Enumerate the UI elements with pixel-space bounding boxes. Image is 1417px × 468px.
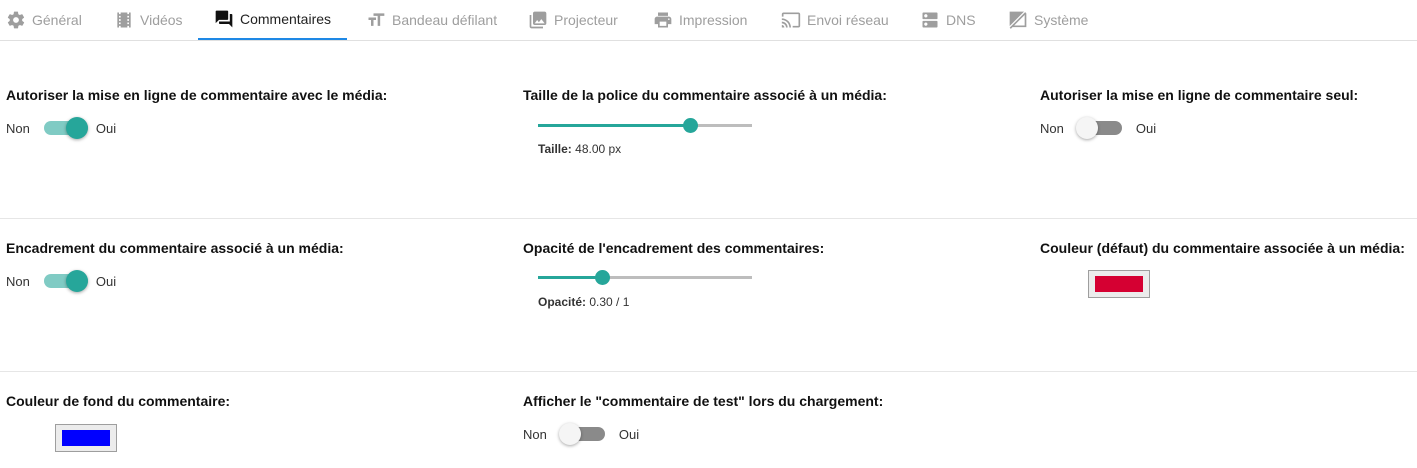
color-swatch	[1095, 276, 1143, 292]
upload-with-media-label: Autoriser la mise en ligne de commentair…	[6, 87, 388, 103]
off-label: Non	[6, 273, 30, 289]
background-color-picker[interactable]	[55, 424, 117, 452]
slider-thumb[interactable]	[595, 270, 611, 285]
frame-toggle-row: Non Oui	[6, 269, 116, 293]
frame-opacity-label: Opacité de l'encadrement des commentaire…	[523, 240, 825, 256]
frame-opacity-caption: Opacité: 0.30 / 1	[538, 295, 629, 309]
no-signal-icon	[1008, 10, 1028, 30]
tab-videos[interactable]: Vidéos	[114, 0, 183, 40]
tab-label: Système	[1034, 12, 1089, 28]
switch-knob[interactable]	[65, 117, 88, 139]
on-label: Oui	[95, 120, 117, 136]
upload-with-media-toggle-row: Non Oui	[6, 116, 116, 140]
on-label: Oui	[1135, 120, 1157, 136]
divider	[0, 371, 1417, 372]
tab-label: Projecteur	[554, 12, 618, 28]
divider	[0, 218, 1417, 219]
cast-icon	[781, 10, 801, 30]
gear-icon	[6, 10, 26, 30]
off-label: Non	[1040, 120, 1064, 136]
show-test-comment-switch[interactable]	[558, 422, 605, 446]
show-test-comment-label: Afficher le "commentaire de test" lors d…	[523, 393, 884, 409]
slider-fill	[538, 276, 603, 279]
caption-value: 0.30 / 1	[589, 295, 630, 309]
default-color-label: Couleur (défaut) du commentaire associée…	[1040, 240, 1405, 256]
frame-opacity-slider[interactable]	[538, 270, 752, 286]
tab-system[interactable]: Système	[1008, 0, 1088, 40]
caption-value: 48.00 px	[575, 142, 622, 156]
tab-label: Commentaires	[240, 11, 332, 27]
text-size-icon	[366, 10, 386, 30]
on-label: Oui	[95, 273, 117, 289]
switch-knob[interactable]	[558, 423, 581, 445]
off-label: Non	[523, 426, 547, 442]
upload-alone-toggle-row: Non Oui	[1040, 116, 1156, 140]
font-size-label: Taille de la police du commentaire assoc…	[523, 87, 887, 103]
default-color-picker[interactable]	[1088, 270, 1150, 298]
slider-thumb[interactable]	[682, 118, 698, 133]
switch-knob[interactable]	[1075, 117, 1098, 139]
tab-comments[interactable]: Commentaires	[198, 0, 347, 40]
images-icon	[528, 10, 548, 30]
tab-label: Vidéos	[140, 12, 183, 28]
tab-label: Général	[32, 12, 82, 28]
show-test-comment-toggle-row: Non Oui	[523, 422, 639, 446]
printer-icon	[653, 10, 673, 30]
frame-label: Encadrement du commentaire associé à un …	[6, 240, 344, 256]
upload-alone-label: Autoriser la mise en ligne de commentair…	[1040, 87, 1359, 103]
tab-label: DNS	[946, 12, 976, 28]
switch-knob[interactable]	[65, 270, 88, 292]
tab-printing[interactable]: Impression	[653, 0, 747, 40]
off-label: Non	[6, 120, 30, 136]
tab-ticker[interactable]: Bandeau défilant	[366, 0, 497, 40]
film-icon	[114, 10, 134, 30]
tab-general[interactable]: Général	[6, 0, 82, 40]
slider-fill	[538, 124, 690, 127]
dns-icon	[920, 10, 940, 30]
tab-network-send[interactable]: Envoi réseau	[781, 0, 889, 40]
font-size-caption: Taille: 48.00 px	[538, 142, 621, 156]
comments-icon	[214, 9, 234, 29]
upload-with-media-switch[interactable]	[42, 116, 88, 140]
upload-alone-switch[interactable]	[1075, 116, 1122, 140]
caption-label: Taille:	[538, 142, 572, 156]
tab-dns[interactable]: DNS	[920, 0, 976, 40]
tab-label: Bandeau défilant	[392, 12, 498, 28]
font-size-slider[interactable]	[538, 118, 752, 134]
tab-label: Envoi réseau	[807, 12, 889, 28]
caption-label: Opacité:	[538, 295, 587, 309]
settings-tabs: Général Vidéos Commentaires Bandeau défi…	[0, 0, 1417, 41]
color-swatch	[62, 430, 110, 446]
tab-label: Impression	[679, 12, 748, 28]
tab-projector[interactable]: Projecteur	[528, 0, 618, 40]
on-label: Oui	[618, 426, 640, 442]
frame-switch[interactable]	[42, 269, 88, 293]
background-color-label: Couleur de fond du commentaire:	[6, 393, 231, 409]
